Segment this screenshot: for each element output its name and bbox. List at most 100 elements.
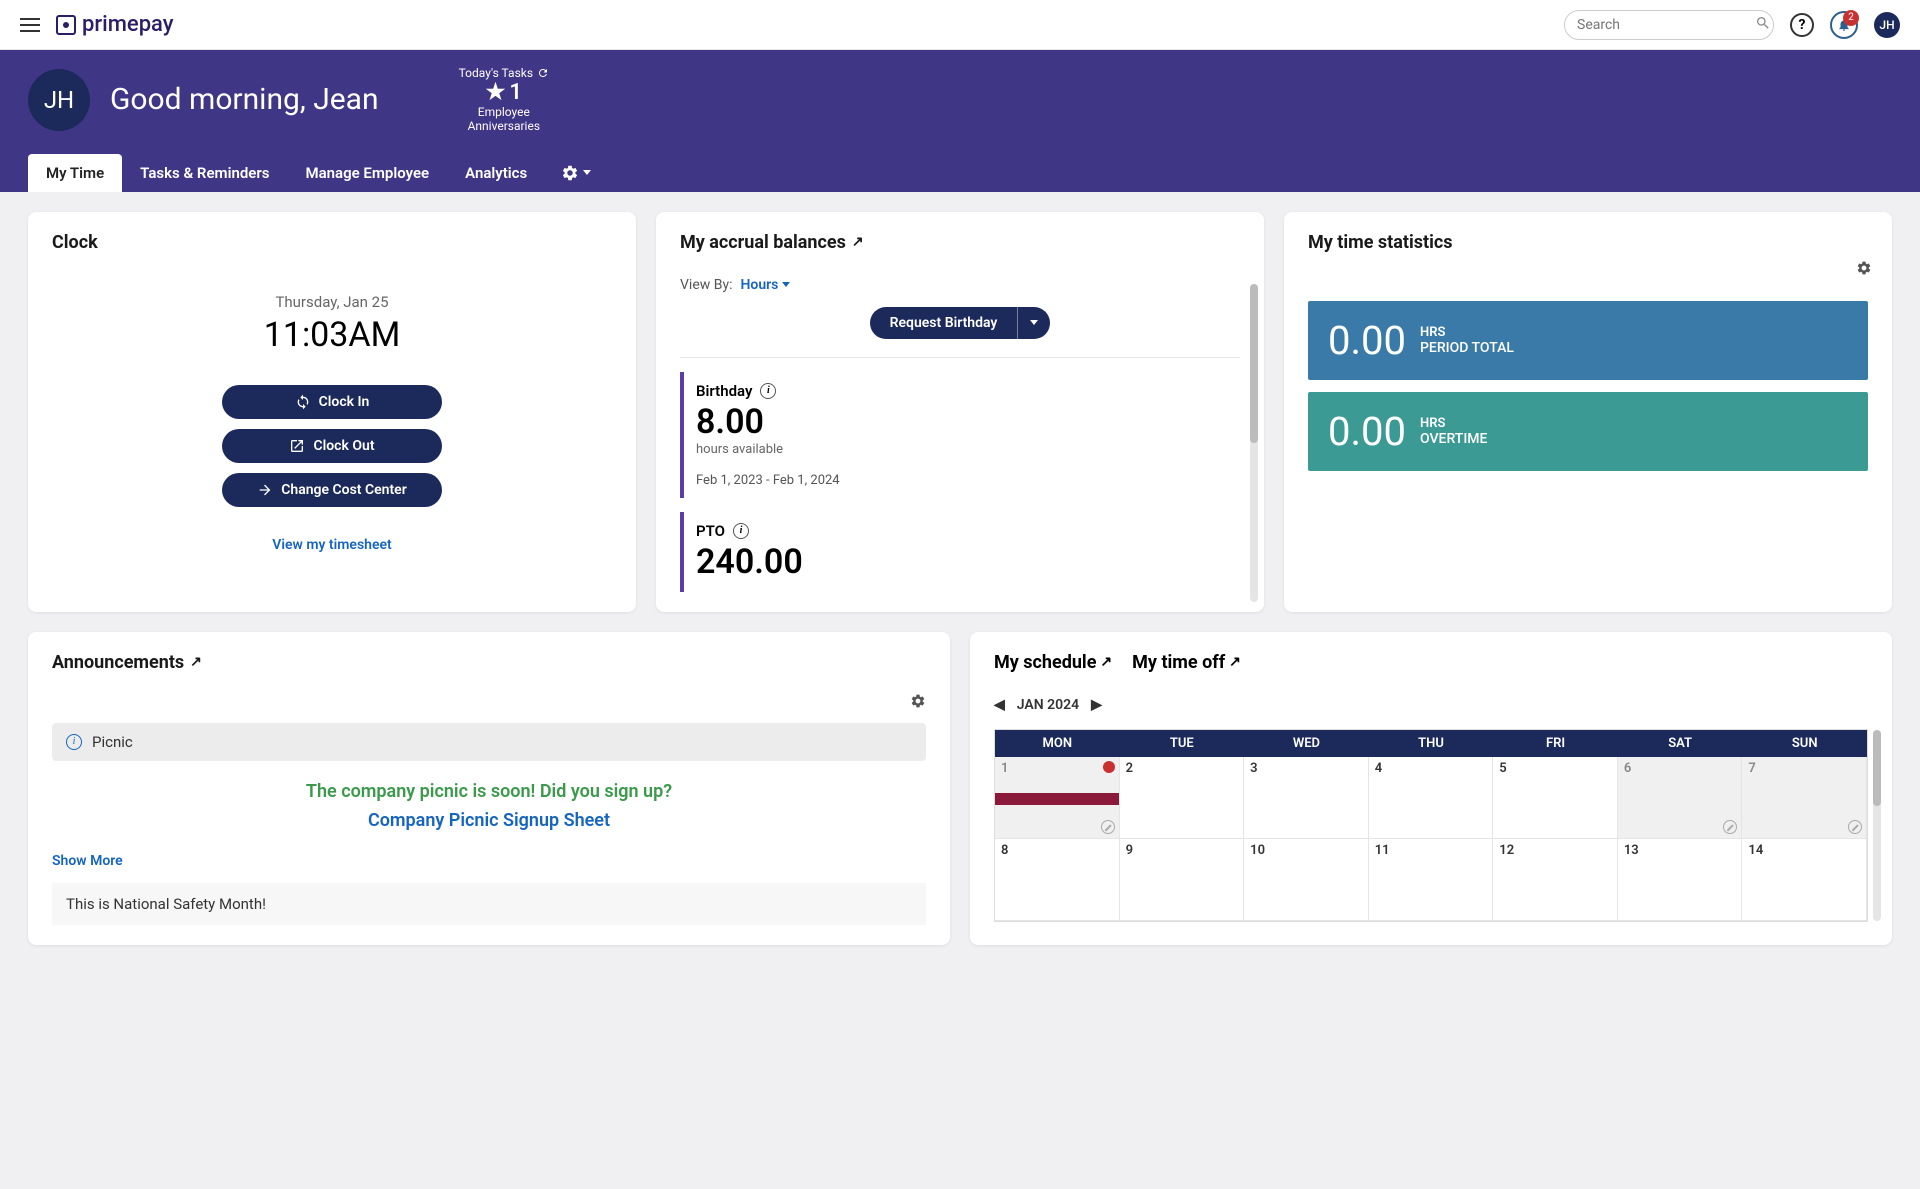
external-arrow-icon: ↗ [1229, 654, 1241, 670]
blocked-icon [1101, 820, 1115, 834]
calendar: MON TUE WED THU FRI SAT SUN 1 2 3 4 5 [994, 729, 1868, 922]
calendar-cell[interactable]: 13 [1618, 839, 1743, 921]
viewby-dropdown[interactable]: Hours [740, 277, 790, 293]
calendar-cell[interactable]: 11 [1369, 839, 1494, 921]
search-icon[interactable] [1755, 15, 1771, 35]
tasks-label: Today's Tasks [459, 66, 549, 80]
balance-value: 8.00 [696, 402, 1240, 442]
arrow-right-icon [257, 482, 273, 498]
announcements-title-text: Announcements [52, 652, 184, 673]
tab-settings[interactable] [545, 154, 607, 192]
calendar-cell[interactable]: 9 [1120, 839, 1245, 921]
announcement-link[interactable]: Company Picnic Signup Sheet [52, 810, 926, 831]
clock-card: Clock Thursday, Jan 25 11:03AM Clock In … [28, 212, 636, 612]
stat-overtime: 0.00 HRS OVERTIME [1308, 392, 1868, 471]
star-icon: ★ [486, 80, 506, 105]
divider [680, 357, 1240, 358]
day-number: 14 [1748, 843, 1763, 858]
view-timesheet-link[interactable]: View my timesheet [52, 537, 612, 553]
info-icon[interactable]: i [733, 523, 749, 539]
hero-top: JH Good morning, Jean Today's Tasks ★ 1 … [28, 66, 1892, 154]
brand-logo[interactable]: primepay [56, 12, 174, 37]
calendar-header: MON TUE WED THU FRI SAT SUN [995, 730, 1867, 757]
tab-my-time[interactable]: My Time [28, 154, 122, 192]
balance-value: 240.00 [696, 542, 1240, 582]
clock-in-button[interactable]: Clock In [222, 385, 442, 419]
day-number: 12 [1499, 843, 1514, 858]
stat-value: 0.00 [1328, 317, 1406, 364]
calendar-scrollbar[interactable] [1873, 730, 1881, 921]
calendar-nav: ◀ JAN 2024 ▶ [994, 697, 1868, 713]
month-label: JAN 2024 [1017, 697, 1079, 713]
balance-sub: hours available [696, 442, 1240, 457]
stats-settings[interactable] [1856, 260, 1872, 280]
tasks-count: ★ 1 [459, 80, 549, 105]
clock-out-button[interactable]: Clock Out [222, 429, 442, 463]
request-birthday-button[interactable]: Request Birthday [870, 307, 1018, 339]
info-icon[interactable]: i [760, 383, 776, 399]
accrual-scrollbar[interactable] [1250, 284, 1258, 602]
next-month-button[interactable]: ▶ [1091, 697, 1102, 713]
announcement-item-2[interactable]: This is National Safety Month! [52, 883, 926, 925]
announcements-title[interactable]: Announcements ↗ [52, 652, 926, 673]
accrual-title[interactable]: My accrual balances ↗ [680, 232, 1240, 253]
announcement-header[interactable]: i Picnic [52, 723, 926, 761]
clock-in-label: Clock In [319, 394, 370, 410]
day-header: SUN [1742, 730, 1867, 757]
tab-label: My schedule [994, 652, 1096, 673]
tasks-label-text: Today's Tasks [459, 66, 533, 80]
calendar-cell[interactable]: 4 [1369, 757, 1494, 839]
tab-analytics[interactable]: Analytics [447, 154, 545, 192]
caret-down-icon [1030, 320, 1038, 325]
stat-labels: HRS PERIOD TOTAL [1420, 325, 1514, 356]
stat-period-total: 0.00 HRS PERIOD TOTAL [1308, 301, 1868, 380]
gear-icon [910, 693, 926, 709]
calendar-cell[interactable]: 3 [1244, 757, 1369, 839]
info-icon: i [66, 734, 82, 750]
clock-time: 11:03AM [52, 315, 612, 355]
dashboard-row2: Announcements ↗ i Picnic The company pic… [0, 632, 1920, 965]
calendar-cell[interactable]: 14 [1742, 839, 1867, 921]
calendar-cell[interactable]: 2 [1120, 757, 1245, 839]
menu-icon[interactable] [20, 18, 40, 32]
day-number: 4 [1375, 761, 1382, 776]
notification-icon[interactable]: 2 [1830, 11, 1858, 39]
calendar-cell[interactable]: 1 [995, 757, 1120, 839]
tab-tasks-reminders[interactable]: Tasks & Reminders [122, 154, 287, 192]
calendar-cell[interactable]: 7 [1742, 757, 1867, 839]
tab-my-schedule[interactable]: My schedule ↗ [994, 652, 1112, 673]
search-input[interactable] [1577, 17, 1755, 33]
clock-title: Clock [52, 232, 612, 253]
show-more-link[interactable]: Show More [52, 853, 926, 869]
stats-title: My time statistics [1308, 232, 1868, 253]
tab-my-time-off[interactable]: My time off ↗ [1132, 652, 1241, 673]
request-dropdown-button[interactable] [1017, 307, 1050, 339]
stats-card: My time statistics 0.00 HRS PERIOD TOTAL… [1284, 212, 1892, 612]
day-number: 2 [1126, 761, 1133, 776]
blocked-icon [1848, 820, 1862, 834]
prev-month-button[interactable]: ◀ [994, 697, 1005, 713]
calendar-cell[interactable]: 5 [1493, 757, 1618, 839]
topbar-left: primepay [20, 12, 174, 37]
search-box[interactable] [1564, 10, 1774, 40]
avatar[interactable]: JH [1874, 12, 1900, 38]
todays-tasks[interactable]: Today's Tasks ★ 1 Employee Anniversaries [459, 66, 549, 134]
calendar-cell[interactable]: 8 [995, 839, 1120, 921]
day-number: 5 [1499, 761, 1506, 776]
brand-text: primepay [82, 12, 174, 37]
calendar-cell[interactable]: 6 [1618, 757, 1743, 839]
announcement-text: The company picnic is soon! Did you sign… [52, 781, 926, 802]
tab-manage-employee[interactable]: Manage Employee [287, 154, 447, 192]
calendar-cell[interactable]: 10 [1244, 839, 1369, 921]
change-cost-center-button[interactable]: Change Cost Center [222, 473, 442, 507]
tasks-count-num: 1 [509, 80, 522, 105]
balance-pto: PTO i 240.00 [680, 512, 1240, 592]
accrual-card: My accrual balances ↗ View By: Hours Req… [656, 212, 1264, 612]
day-number: 7 [1748, 761, 1755, 776]
announcements-settings[interactable] [910, 693, 926, 713]
topbar: primepay ? 2 JH [0, 0, 1920, 50]
calendar-cell[interactable]: 12 [1493, 839, 1618, 921]
help-icon[interactable]: ? [1790, 13, 1814, 37]
main-tabs: My Time Tasks & Reminders Manage Employe… [28, 154, 1892, 192]
balance-name: Birthday [696, 382, 752, 400]
